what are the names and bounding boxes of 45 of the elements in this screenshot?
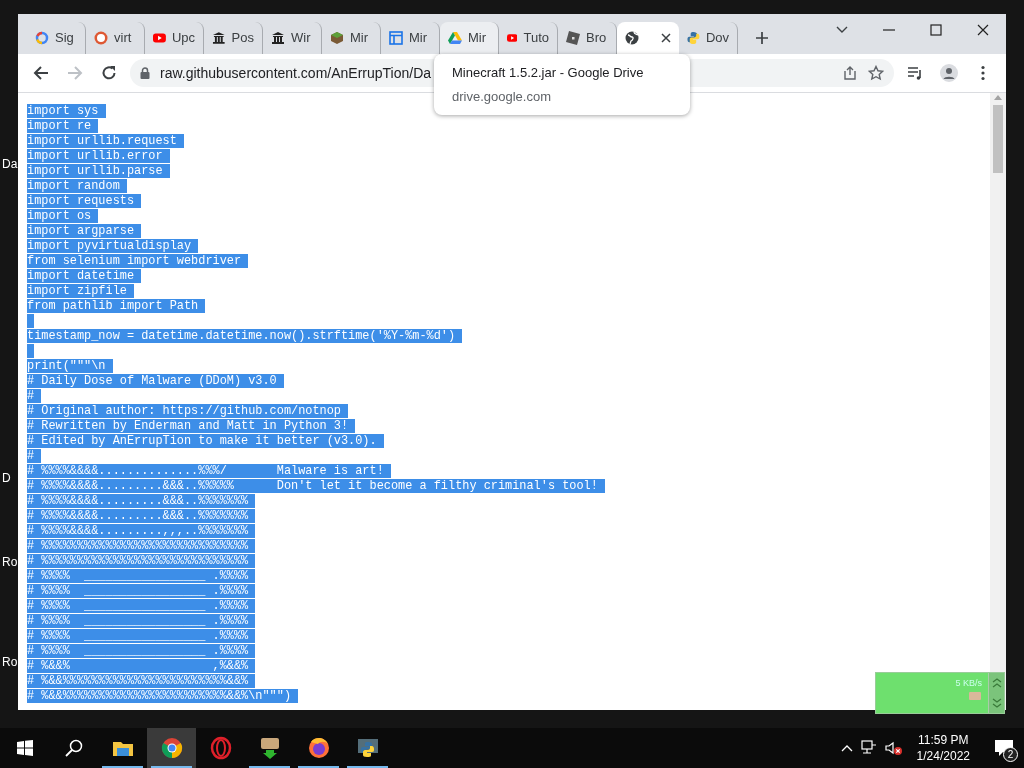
play-icon [153, 31, 166, 45]
monitor-icon [968, 690, 982, 701]
chrome-icon[interactable] [159, 736, 184, 760]
speed-text: 5 KB/s [955, 677, 982, 690]
search-icon[interactable] [64, 739, 83, 757]
window-icon [389, 31, 403, 45]
star-icon[interactable] [868, 65, 884, 81]
expand-icon[interactable] [991, 678, 1002, 688]
back-icon[interactable] [32, 64, 50, 82]
browser-tab[interactable] [617, 22, 679, 54]
close-icon[interactable] [661, 33, 671, 43]
desktop-icon-label[interactable]: Da [2, 155, 18, 173]
notification-count: 2 [1003, 747, 1018, 762]
tooltip-url: drive.google.com [452, 87, 552, 106]
share-icon[interactable] [842, 65, 858, 81]
reload-icon[interactable] [100, 64, 118, 82]
profile-icon[interactable] [940, 64, 958, 82]
snake-icon[interactable] [355, 736, 380, 760]
chevron-up-icon[interactable] [840, 744, 853, 752]
desktop-icon-label[interactable]: D [2, 469, 11, 487]
ring-icon[interactable] [208, 736, 233, 760]
network-icon[interactable] [860, 740, 877, 756]
snake-icon [687, 31, 700, 45]
maximize-icon[interactable] [927, 22, 944, 38]
globe-icon [625, 31, 639, 45]
triangle-icon [448, 31, 462, 45]
duck-icon [94, 31, 108, 45]
start-icon[interactable] [16, 740, 33, 756]
desktop-icon-label[interactable]: Ro [2, 653, 18, 671]
ring-icon [35, 31, 49, 45]
clock[interactable]: 11:59 PM 1/24/2022 [910, 732, 976, 764]
browser-tab[interactable]: Mir [440, 22, 499, 54]
columns-icon [212, 31, 226, 45]
desktop-icon-label[interactable]: Ro [2, 553, 18, 571]
reading-list-icon[interactable] [906, 64, 924, 82]
lock-icon [140, 67, 150, 79]
volume-muted-icon[interactable] [884, 740, 903, 756]
url-text: raw.githubusercontent.com/AnErrupTion/Da [160, 63, 432, 83]
columns-icon [271, 31, 285, 45]
play-icon [507, 31, 518, 45]
tooltip-title: Minecraft 1.5.2.jar - Google Drive [452, 64, 645, 82]
fox-icon[interactable] [306, 736, 331, 760]
cube-icon [330, 31, 344, 45]
scrollbar-thumb[interactable] [993, 105, 1003, 173]
new-tab-icon[interactable] [754, 31, 769, 45]
